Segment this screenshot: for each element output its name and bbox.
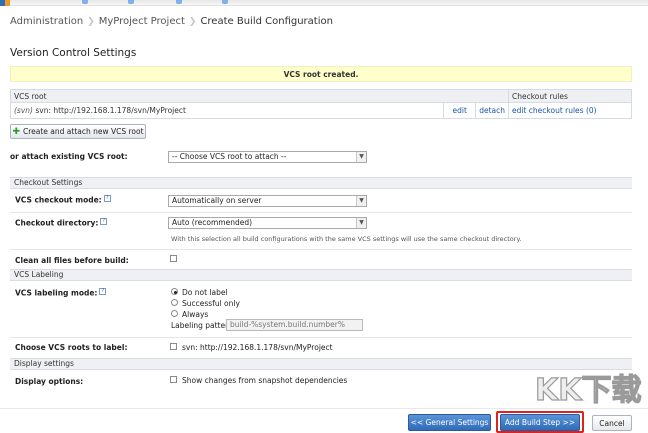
vcs-checkout-mode-label: VCS checkout mode:?: [15, 195, 111, 205]
vcs-root-header: VCS root: [10, 89, 509, 103]
radio-do-not-label-text: Do not label: [182, 288, 228, 297]
checkout-directory-text: Checkout directory:: [15, 218, 99, 228]
breadcrumb-current: Create Build Configuration: [200, 16, 333, 27]
clean-files-checkbox[interactable]: [170, 255, 177, 262]
checkout-settings-header: Checkout Settings: [10, 177, 632, 189]
divider: [10, 337, 632, 338]
vcs-root-cell: (svn) svn: http://192.168.1.178/svn/MyPr…: [9, 102, 445, 119]
create-vcs-root-button[interactable]: ✚ Create and attach new VCS root: [10, 124, 146, 139]
vcs-labeling-header: VCS Labeling: [10, 269, 632, 281]
breadcrumb-project[interactable]: MyProject Project: [99, 16, 185, 27]
breadcrumb-separator-icon: ❯: [188, 17, 197, 27]
display-options-label: Display options:: [15, 377, 84, 386]
radio-always[interactable]: [171, 310, 178, 317]
edit-vcs-link[interactable]: edit: [443, 102, 477, 119]
vcs-labeling-mode-text: VCS labeling mode:: [15, 288, 98, 298]
checkout-directory-select[interactable]: Auto (recommended) ▼: [168, 217, 367, 229]
chevron-down-icon: ▼: [356, 196, 366, 206]
watermark-text: KK下载: [535, 373, 642, 408]
vcs-checkout-mode-select[interactable]: Automatically on server ▼: [168, 195, 367, 207]
attach-vcs-select-value: -- Choose VCS root to attach --: [172, 152, 287, 161]
labeling-pattern-input[interactable]: build-%system.build.number%: [226, 319, 363, 331]
vcs-checkout-mode-text: VCS checkout mode:: [15, 195, 102, 205]
detach-vcs-link[interactable]: detach: [475, 102, 509, 119]
vcs-checkout-mode-value: Automatically on server: [172, 196, 262, 205]
vcs-roots-table: VCS root Checkout rules (svn) svn: http:…: [9, 89, 632, 119]
kk-watermark-logo: KK下载: [534, 372, 642, 408]
divider: [10, 249, 632, 250]
breadcrumb-separator-icon: ❯: [87, 17, 95, 27]
toolbar-icon[interactable]: [128, 0, 134, 4]
snapshot-changes-checkbox[interactable]: [170, 376, 177, 383]
help-icon[interactable]: ?: [103, 195, 111, 202]
radio-do-not-label[interactable]: [171, 288, 178, 295]
vcs-root-url: svn: http://192.168.1.178/svn/MyProject: [35, 106, 186, 115]
vcs-root-label-checkbox[interactable]: [170, 343, 177, 350]
vcs-type: (svn): [14, 106, 33, 115]
table-row: (svn) svn: http://192.168.1.178/svn/MyPr…: [9, 102, 632, 119]
help-icon[interactable]: ?: [99, 288, 107, 295]
radio-successful-only[interactable]: [171, 299, 178, 306]
edit-checkout-rules-link[interactable]: edit checkout rules (0): [508, 102, 632, 119]
toolbar-icon[interactable]: [222, 0, 228, 4]
snapshot-changes-text: Show changes from snapshot dependencies: [182, 376, 348, 385]
help-icon[interactable]: ?: [100, 218, 108, 225]
plus-icon: ✚: [12, 126, 20, 137]
app-logo-icon: [0, 0, 10, 6]
breadcrumb-administration[interactable]: Administration: [10, 16, 83, 27]
toolbar-icon[interactable]: [176, 0, 182, 4]
radio-always-text: Always: [182, 310, 209, 319]
create-vcs-root-label: Create and attach new VCS root: [22, 127, 144, 136]
checkout-directory-label: Checkout directory:?: [15, 218, 108, 228]
vcs-labeling-mode-label: VCS labeling mode:?: [15, 288, 107, 298]
toolbar-icon[interactable]: [82, 0, 88, 4]
attach-existing-label: or attach existing VCS root:: [10, 152, 128, 161]
checkout-directory-value: Auto (recommended): [172, 218, 253, 227]
attach-vcs-select[interactable]: -- Choose VCS root to attach -- ▼: [168, 151, 367, 163]
divider: [10, 212, 632, 213]
vcs-root-label-option: svn: http://192.168.1.178/svn/MyProject: [182, 343, 333, 352]
checkout-rules-header: Checkout rules: [508, 89, 632, 103]
chevron-down-icon: ▼: [356, 152, 366, 162]
vcs-created-banner: VCS root created.: [10, 66, 632, 82]
cancel-button[interactable]: Cancel: [592, 415, 632, 431]
radio-successful-only-text: Successful only: [182, 299, 240, 308]
table-header-row: VCS root Checkout rules: [10, 89, 632, 103]
page-title: Version Control Settings: [10, 47, 137, 59]
general-settings-button[interactable]: << General Settings: [408, 414, 491, 431]
choose-vcs-roots-label: Choose VCS roots to label:: [15, 343, 128, 352]
clean-files-label: Clean all files before build:: [15, 256, 129, 265]
checkout-directory-note: With this selection all build configurat…: [171, 235, 522, 243]
add-build-step-button[interactable]: Add Build Step >>: [500, 414, 580, 431]
breadcrumb: Administration ❯ MyProject Project ❯ Create …: [10, 16, 333, 27]
chevron-down-icon: ▼: [356, 218, 366, 228]
top-toolbar-strip: [0, 0, 648, 6]
